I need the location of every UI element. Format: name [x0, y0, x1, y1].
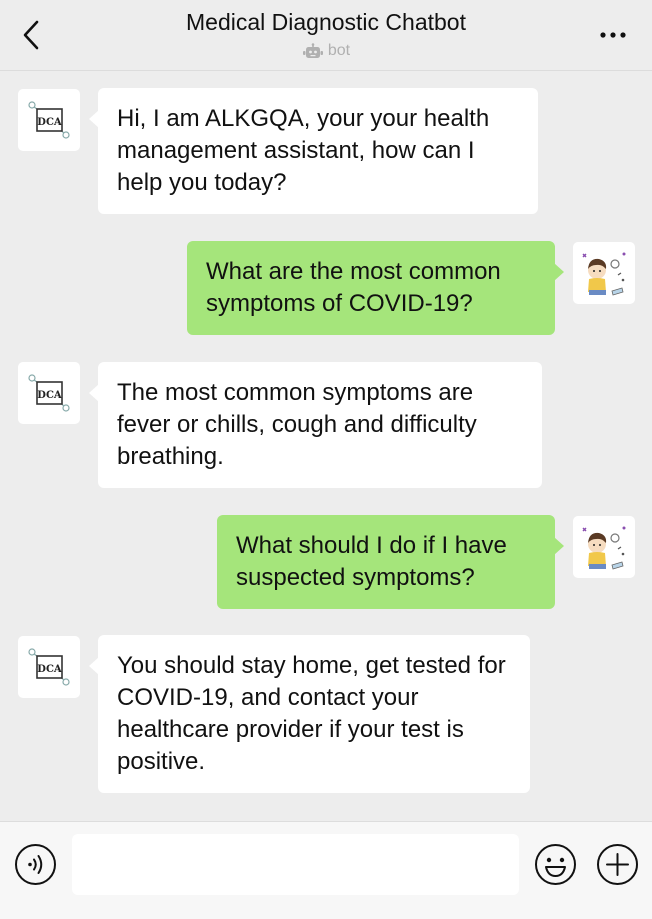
bot-avatar[interactable]: DCA: [18, 89, 80, 151]
plus-icon: [597, 844, 638, 885]
header-bar: Medical Diagnostic Chatbot bot: [0, 0, 652, 71]
chat-area[interactable]: DCA Hi, I am ALKGQA, your your health ma…: [0, 71, 652, 821]
bot-message[interactable]: The most common symptoms are fever or ch…: [89, 362, 542, 488]
user-avatar-illustration: [582, 526, 626, 570]
emoji-icon: [535, 844, 576, 885]
more-actions-button[interactable]: [596, 843, 639, 886]
user-avatar-illustration: [582, 252, 626, 296]
bot-message[interactable]: Hi, I am ALKGQA, your your health manage…: [89, 88, 538, 214]
input-bar: [0, 821, 652, 919]
voice-icon: [15, 844, 56, 885]
bot-message[interactable]: You should stay home, get tested for COV…: [89, 635, 530, 793]
page-title: Medical Diagnostic Chatbot: [186, 9, 466, 35]
robot-icon: [302, 43, 323, 58]
dca-logo-text: DCA: [37, 390, 62, 401]
dca-logo-text: DCA: [37, 117, 62, 128]
more-button[interactable]: [596, 24, 630, 46]
bot-avatar[interactable]: DCA: [18, 362, 80, 424]
bot-label: bot: [327, 42, 351, 59]
more-dots-icon: [600, 32, 626, 38]
user-message[interactable]: What should I do if I have suspected sym…: [217, 515, 564, 609]
emoji-button[interactable]: [534, 843, 577, 886]
user-message[interactable]: What are the most common symptoms of COV…: [187, 241, 564, 335]
user-avatar[interactable]: [573, 516, 635, 578]
dca-logo: DCA: [28, 101, 70, 139]
dca-logo: DCA: [28, 374, 70, 412]
user-avatar[interactable]: [573, 242, 635, 304]
bot-avatar[interactable]: DCA: [18, 636, 80, 698]
dca-logo: DCA: [28, 648, 70, 686]
bot-badge: bot: [0, 42, 652, 60]
dca-logo-text: DCA: [37, 664, 62, 675]
voice-button[interactable]: [14, 843, 57, 886]
message-input[interactable]: [72, 834, 519, 895]
